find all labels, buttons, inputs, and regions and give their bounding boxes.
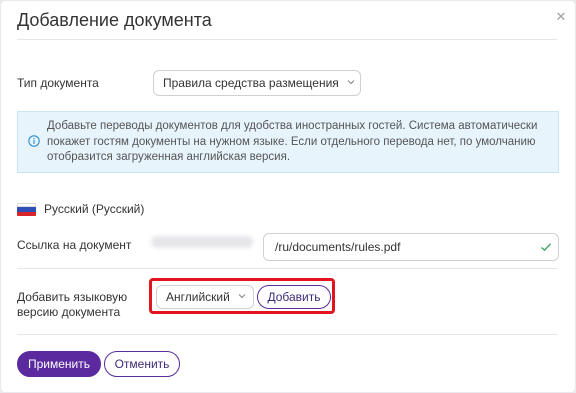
divider [17, 268, 557, 269]
blurred-text [151, 236, 253, 248]
apply-button[interactable]: Применить [17, 351, 101, 377]
add-language-button[interactable]: Добавить [257, 285, 331, 309]
document-link-value: /ru/documents/rules.pdf [275, 240, 401, 254]
document-type-value: Правила средства размещения [163, 76, 339, 90]
language-select-value: Английский [166, 290, 230, 304]
info-icon [28, 135, 40, 147]
russia-flag-icon [17, 203, 36, 216]
divider [17, 334, 557, 335]
document-link-input[interactable]: /ru/documents/rules.pdf [263, 233, 559, 261]
close-icon[interactable]: ✕ [554, 10, 568, 24]
document-type-label: Тип документа [17, 76, 99, 90]
document-type-select[interactable]: Правила средства размещения [153, 70, 361, 96]
info-text: Добавьте переводы документов для удобств… [47, 120, 538, 163]
add-language-label-line1: Добавить языковую [17, 290, 128, 304]
divider [17, 39, 557, 40]
checkmark-icon [541, 243, 552, 252]
info-banner: Добавьте переводы документов для удобств… [17, 111, 559, 173]
document-link-label: Ссылка на документ [17, 238, 132, 252]
chevron-down-icon [347, 80, 355, 85]
dialog-title: Добавление документа [17, 10, 212, 30]
chevron-down-icon [238, 294, 246, 299]
add-language-label-line2: версию документа [17, 305, 121, 319]
add-language-label: Добавить языковую версию документа [17, 290, 127, 320]
cancel-button[interactable]: Отменить [104, 351, 180, 377]
language-select[interactable]: Английский [156, 285, 254, 309]
add-document-dialog: Добавление документа ✕ Тип документа Пра… [1, 1, 575, 392]
language-name: Русский (Русский) [44, 202, 145, 216]
